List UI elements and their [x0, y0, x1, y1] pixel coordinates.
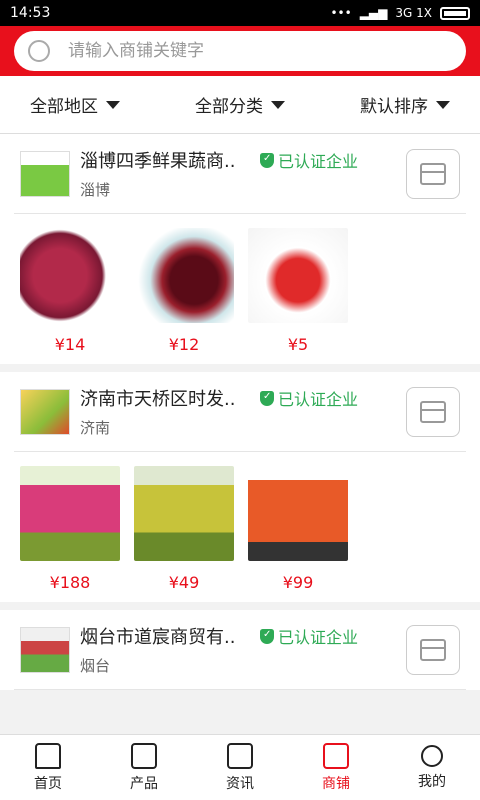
- store-card[interactable]: 淄博四季鲜果蔬商.. 已认证企业 淄博 ¥14 ¥12: [0, 134, 480, 364]
- store-list: 淄博四季鲜果蔬商.. 已认证企业 淄博 ¥14 ¥12: [0, 134, 480, 730]
- filter-sort[interactable]: 默认排序: [360, 92, 450, 117]
- product-row: ¥14 ¥12 ¥5: [14, 214, 466, 364]
- store-card[interactable]: 济南市天桥区时发.. 已认证企业 济南 ¥188 ¥49: [0, 372, 480, 602]
- shield-check-icon: [260, 390, 274, 406]
- tab-stores[interactable]: 商铺: [296, 742, 376, 793]
- product-row: ¥188 ¥49 ¥99: [14, 452, 466, 602]
- product-item[interactable]: ¥14: [20, 228, 120, 354]
- store-name: 济南市天桥区时发..: [80, 389, 236, 410]
- product-item[interactable]: ¥49: [134, 466, 234, 592]
- tab-me-label: 我的: [418, 773, 446, 790]
- store-logo: [20, 626, 70, 673]
- tab-news[interactable]: 资讯: [200, 742, 280, 793]
- product-image-grapes: [20, 228, 120, 323]
- product-price: ¥14: [54, 335, 86, 354]
- store-icon: [420, 638, 446, 661]
- tab-home[interactable]: 首页: [8, 742, 88, 793]
- product-item[interactable]: ¥5: [248, 228, 348, 354]
- store-name: 淄博四季鲜果蔬商..: [80, 151, 236, 172]
- product-image-strawberries: [248, 228, 348, 323]
- verified-label: 已认证企业: [278, 390, 359, 409]
- product-image-pears: [134, 466, 234, 561]
- store-name-row: 烟台市道宸商贸有.. 已认证企业: [80, 623, 406, 649]
- tab-products[interactable]: 产品: [104, 742, 184, 793]
- store-city: 淄博: [80, 181, 111, 199]
- product-item[interactable]: ¥188: [20, 466, 120, 592]
- store-header[interactable]: 烟台市道宸商贸有.. 已认证企业 烟台: [14, 610, 466, 690]
- search-box[interactable]: [14, 31, 466, 71]
- more-icon: •••: [330, 6, 352, 20]
- enter-store-button[interactable]: [406, 386, 460, 437]
- store-name: 烟台市道宸商贸有..: [80, 627, 236, 648]
- store-info: 烟台市道宸商贸有.. 已认证企业 烟台: [80, 623, 406, 676]
- tab-stores-label: 商铺: [322, 775, 350, 792]
- filter-category[interactable]: 全部分类: [195, 92, 285, 117]
- tab-products-label: 产品: [130, 775, 158, 792]
- user-icon: [421, 744, 443, 767]
- enter-store-button[interactable]: [406, 624, 460, 675]
- product-image-dragon-fruit: [20, 466, 120, 561]
- store-logo: [20, 150, 70, 197]
- verified-label: 已认证企业: [278, 628, 359, 647]
- filter-category-label: 全部分类: [195, 97, 263, 117]
- product-item[interactable]: ¥12: [134, 228, 234, 354]
- chevron-down-icon: [106, 100, 120, 109]
- verified-label: 已认证企业: [278, 152, 359, 171]
- product-image-persimmons: [248, 466, 348, 561]
- search-input[interactable]: [68, 41, 452, 61]
- store-header[interactable]: 淄博四季鲜果蔬商.. 已认证企业 淄博: [14, 134, 466, 214]
- product-item[interactable]: ¥99: [248, 466, 348, 592]
- product-price: ¥188: [49, 573, 91, 592]
- chevron-down-icon: [436, 100, 450, 109]
- filter-region[interactable]: 全部地区: [30, 92, 120, 117]
- store-city: 烟台: [80, 657, 111, 675]
- product-price: ¥99: [282, 573, 314, 592]
- filter-bar: 全部地区 全部分类 默认排序: [0, 76, 480, 134]
- store-city: 济南: [80, 419, 111, 437]
- network-label: 3G 1X: [395, 6, 432, 20]
- store-logo: [20, 388, 70, 435]
- verified-badge: 已认证企业: [260, 624, 358, 648]
- product-price: ¥5: [287, 335, 309, 354]
- store-icon: [420, 162, 446, 185]
- search-bar: [0, 26, 480, 76]
- tab-home-label: 首页: [34, 775, 62, 792]
- bottom-tab-bar: 首页 产品 资讯 商铺 我的: [0, 734, 480, 800]
- verified-badge: 已认证企业: [260, 386, 358, 410]
- news-icon: [227, 742, 253, 769]
- store-card[interactable]: 烟台市道宸商贸有.. 已认证企业 烟台: [0, 610, 480, 690]
- product-price: ¥49: [168, 573, 200, 592]
- product-price: ¥12: [168, 335, 200, 354]
- store-info: 济南市天桥区时发.. 已认证企业 济南: [80, 385, 406, 438]
- list-icon: [131, 742, 157, 769]
- filter-region-label: 全部地区: [30, 97, 98, 117]
- shield-check-icon: [260, 152, 274, 168]
- battery-icon: [440, 6, 470, 20]
- signal-icon: ▂▄▆: [359, 6, 388, 20]
- shield-check-icon: [260, 628, 274, 644]
- store-header[interactable]: 济南市天桥区时发.. 已认证企业 济南: [14, 372, 466, 452]
- verified-badge: 已认证企业: [260, 148, 358, 172]
- status-time: 14:53: [10, 5, 51, 21]
- status-icons: ••• ▂▄▆ 3G 1X: [330, 6, 470, 20]
- tab-me[interactable]: 我的: [392, 744, 472, 791]
- filter-sort-label: 默认排序: [360, 97, 428, 117]
- store-icon: [420, 400, 446, 423]
- chevron-down-icon: [271, 100, 285, 109]
- store-info: 淄博四季鲜果蔬商.. 已认证企业 淄博: [80, 147, 406, 200]
- enter-store-button[interactable]: [406, 148, 460, 199]
- status-bar: 14:53 ••• ▂▄▆ 3G 1X: [0, 0, 480, 26]
- product-image-cherries: [134, 228, 234, 323]
- store-name-row: 淄博四季鲜果蔬商.. 已认证企业: [80, 147, 406, 173]
- search-icon: [28, 40, 50, 62]
- store-name-row: 济南市天桥区时发.. 已认证企业: [80, 385, 406, 411]
- store-icon: [323, 742, 349, 769]
- home-icon: [35, 742, 61, 769]
- tab-news-label: 资讯: [226, 775, 254, 792]
